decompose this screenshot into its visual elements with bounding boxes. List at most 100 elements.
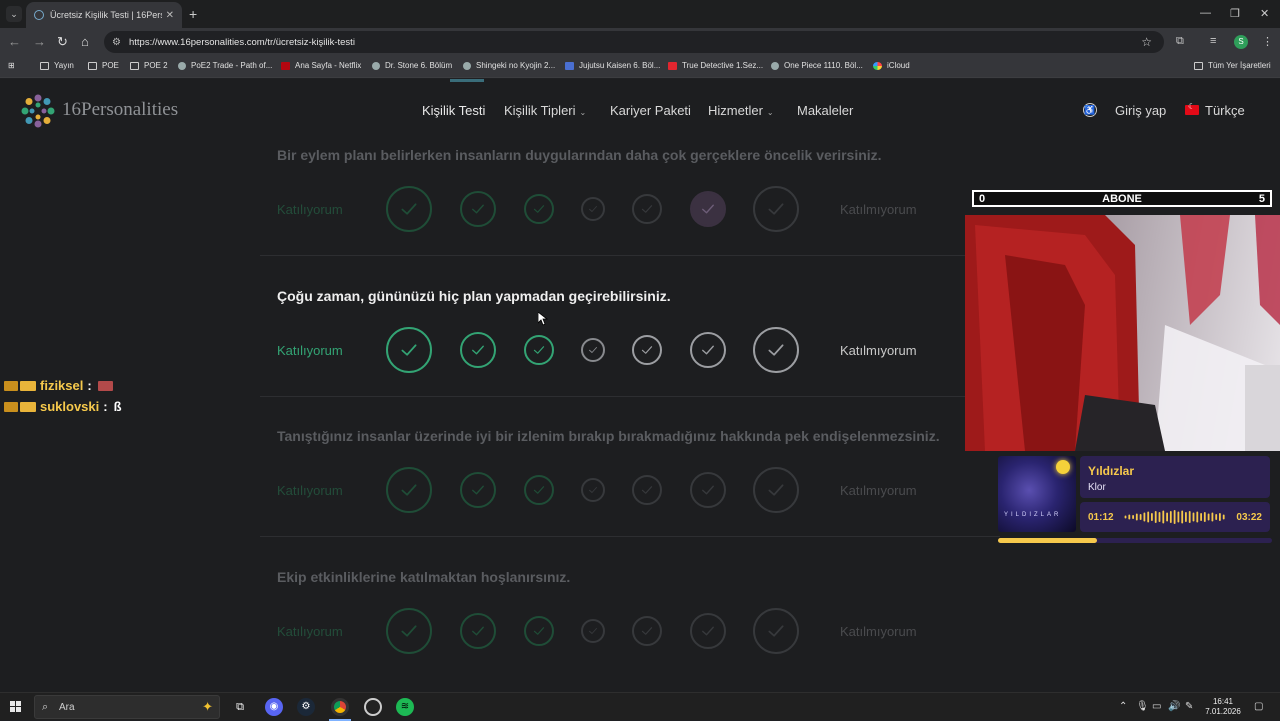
bookmark-star-icon[interactable]: ☆ [1141, 35, 1152, 49]
answer-option-6[interactable] [690, 332, 726, 368]
answer-option-3[interactable] [524, 616, 554, 646]
taskbar-search[interactable]: ⌕ Ara ✦ [34, 695, 220, 719]
answer-option-6[interactable] [690, 191, 726, 227]
new-tab-button[interactable]: + [189, 6, 197, 22]
apps-grid-icon[interactable]: ⊞ [8, 61, 15, 70]
site-info-icon[interactable]: ⚙ [112, 37, 121, 48]
answer-option-4[interactable] [581, 197, 605, 221]
taskbar-clock[interactable]: 16:41 7.01.2026 [1198, 697, 1248, 717]
answer-option-2[interactable] [460, 472, 496, 508]
answer-option-1[interactable] [386, 186, 432, 232]
bookmark-poe2-trade[interactable]: PoE2 Trade - Path of... [178, 61, 272, 70]
pen-icon[interactable]: ✎ [1185, 701, 1193, 712]
answer-option-5[interactable] [632, 616, 662, 646]
tray-chevron-icon[interactable]: ⌃ [1119, 701, 1127, 712]
disagree-label: Katılmıyorum [840, 343, 917, 358]
bookmark-one-piece[interactable]: One Piece 1110. Böl... [771, 61, 863, 70]
close-window-icon[interactable]: ✕ [1260, 7, 1269, 20]
chat-message: suklovski: ß [4, 399, 122, 414]
bookmark-jujutsu[interactable]: Jujutsu Kaisen 6. Böl... [565, 61, 660, 70]
answer-option-3[interactable] [524, 194, 554, 224]
bookmark-poe2[interactable]: POE 2 [130, 61, 168, 70]
url-text: https://www.16personalities.com/tr/ücret… [128, 36, 355, 48]
nav-personality-types[interactable]: Kişilik Tipleri ⌄ [504, 103, 586, 118]
check-icon [589, 206, 597, 212]
check-icon [533, 205, 545, 213]
answer-option-3[interactable] [524, 475, 554, 505]
nav-personality-test[interactable]: Kişilik Testi [422, 103, 485, 118]
answer-option-1[interactable] [386, 327, 432, 373]
volume-icon[interactable]: 🔊 [1168, 701, 1180, 712]
accessibility-icon[interactable]: ♿ [1083, 103, 1097, 117]
media-icon[interactable]: ≡ [1210, 35, 1216, 47]
minimize-icon[interactable]: — [1200, 7, 1211, 19]
chat-message: fiziksel: [4, 378, 113, 393]
answer-option-7[interactable] [753, 327, 799, 373]
answer-option-7[interactable] [753, 186, 799, 232]
discord-icon[interactable]: ◉ [265, 698, 283, 716]
tab-search-button[interactable]: ⌄ [6, 6, 22, 22]
clock-time: 16:41 [1212, 697, 1234, 706]
answer-option-5[interactable] [632, 194, 662, 224]
back-icon[interactable]: ← [8, 34, 21, 49]
all-bookmarks[interactable]: Tüm Yer İşaretleri [1194, 61, 1271, 70]
extensions-icon[interactable]: ⧉ [1176, 35, 1184, 48]
answer-option-1[interactable] [386, 467, 432, 513]
close-tab-icon[interactable]: ✕ [166, 10, 174, 21]
answer-option-4[interactable] [581, 619, 605, 643]
check-icon [589, 347, 597, 353]
language-selector[interactable]: Türkçe [1205, 103, 1245, 118]
answer-option-6[interactable] [690, 472, 726, 508]
check-icon [641, 346, 653, 354]
reload-icon[interactable]: ↻ [57, 34, 68, 50]
question-divider [260, 536, 1000, 537]
nav-career-package[interactable]: Kariyer Paketi [610, 103, 691, 118]
answer-option-5[interactable] [632, 475, 662, 505]
notification-icon[interactable]: ▢ [1254, 701, 1263, 712]
home-icon[interactable]: ⌂ [81, 34, 89, 49]
answer-option-5[interactable] [632, 335, 662, 365]
profile-avatar[interactable]: S [1234, 35, 1248, 49]
active-tab[interactable]: Ücretsiz Kişilik Testi | 16Personalities… [26, 2, 182, 28]
logo-icon[interactable] [20, 93, 56, 129]
microphone-icon[interactable]: 🎙 [1136, 701, 1149, 712]
forward-icon[interactable]: → [33, 34, 46, 49]
waveform-bar [1207, 513, 1210, 521]
obs-icon[interactable] [364, 698, 382, 716]
nav-articles[interactable]: Makaleler [797, 103, 853, 118]
task-view-icon[interactable]: ⧉ [231, 698, 249, 716]
check-icon [533, 627, 545, 635]
chrome-icon[interactable] [331, 698, 349, 716]
logo-text[interactable]: 16Personalities [62, 99, 178, 121]
answer-option-7[interactable] [753, 467, 799, 513]
windows-start-icon[interactable] [10, 701, 22, 713]
chat-username: suklovski [40, 399, 100, 414]
bookmark-poe[interactable]: POE [88, 61, 119, 70]
check-icon [702, 345, 714, 355]
question-text: Ekip etkinliklerine katılmaktan hoşlanır… [277, 569, 571, 585]
answer-option-6[interactable] [690, 613, 726, 649]
bookmark-yayin[interactable]: Yayın [40, 61, 74, 70]
bookmark-shingeki[interactable]: Shingeki no Kyojin 2... [463, 61, 555, 70]
spotify-icon[interactable]: ≋ [396, 698, 414, 716]
answer-option-1[interactable] [386, 608, 432, 654]
answer-option-4[interactable] [581, 478, 605, 502]
answer-option-2[interactable] [460, 191, 496, 227]
bookmark-icloud[interactable]: iCloud [873, 61, 910, 70]
bookmark-dr-stone[interactable]: Dr. Stone 6. Bölüm [372, 61, 452, 70]
nav-services[interactable]: Hizmetler ⌄ [708, 103, 774, 118]
answer-option-2[interactable] [460, 332, 496, 368]
answer-option-2[interactable] [460, 613, 496, 649]
answer-option-7[interactable] [753, 608, 799, 654]
steam-icon[interactable]: ⚙ [297, 698, 315, 716]
restore-icon[interactable]: ❐ [1230, 7, 1240, 20]
bookmark-true-detective[interactable]: True Detective 1.Sez... [668, 61, 763, 70]
bookmark-netflix[interactable]: Ana Sayfa - Netflix [281, 61, 361, 70]
network-icon[interactable]: ▭ [1152, 701, 1161, 712]
answer-option-4[interactable] [581, 338, 605, 362]
login-link[interactable]: Giriş yap [1115, 103, 1166, 118]
menu-kebab-icon[interactable]: ⋮ [1262, 35, 1273, 48]
now-playing-widget: YILDIZLAR Yıldızlar Klor 01:12 03:22 [998, 456, 1272, 546]
answer-option-3[interactable] [524, 335, 554, 365]
address-bar[interactable]: ⚙ https://www.16personalities.com/tr/ücr… [104, 31, 1164, 53]
